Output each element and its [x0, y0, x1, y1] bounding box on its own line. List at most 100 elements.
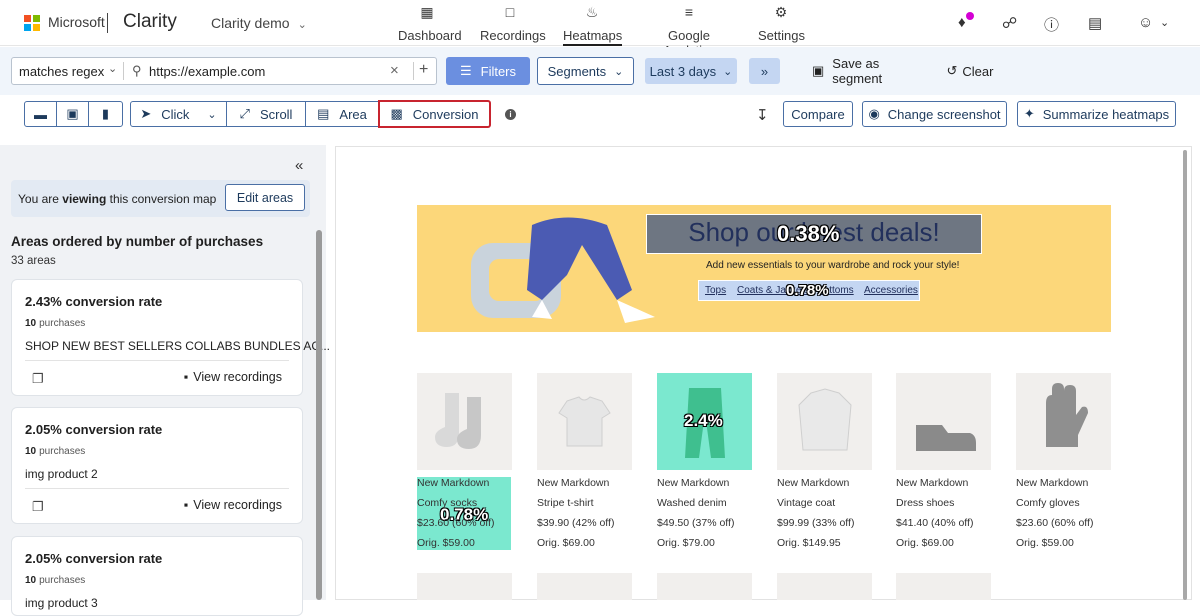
copy-icon[interactable]: ❐ [32, 371, 44, 387]
segments-button[interactable]: Segments ⌄ [537, 57, 634, 85]
account-icon[interactable]: ☺ [1138, 14, 1153, 31]
area-heatmap-button[interactable]: ▤ Area [305, 101, 379, 127]
product-image[interactable] [896, 373, 991, 470]
tab-recordings-label: Recordings [480, 28, 546, 43]
match-type-select[interactable]: matches regex [19, 64, 104, 79]
product-original-price: Orig. $59.00 [417, 537, 475, 549]
document-icon[interactable]: ▤ [1088, 14, 1102, 32]
product-image[interactable] [417, 373, 512, 470]
bell-icon[interactable]: ♦ [958, 14, 966, 31]
product-name[interactable]: Washed denim [657, 493, 734, 513]
click-heatmap-button[interactable]: ➤ Click ⌄ [130, 101, 227, 127]
product-name[interactable]: Dress shoes [896, 493, 973, 513]
product-image[interactable] [657, 573, 752, 600]
conversion-rate: 2.43% conversion rate [25, 294, 163, 309]
project-selector[interactable]: Clarity demo ⌄ [211, 15, 307, 31]
sidebar-scrollbar[interactable] [316, 230, 322, 600]
scroll-label: Scroll [259, 106, 293, 122]
url-filter-group: matches regex ⌄ ⚲ https://example.com × … [11, 57, 437, 85]
flame-icon: ♨ [585, 4, 599, 20]
product-name[interactable]: Stripe t-shirt [537, 493, 614, 513]
tab-settings[interactable]: ⚙ Settings [758, 5, 805, 43]
chevron-down-icon: ⌄ [297, 19, 307, 31]
banner-link-tops[interactable]: Tops [705, 285, 726, 296]
edit-areas-button[interactable]: Edit areas [225, 184, 305, 211]
product-image[interactable] [896, 573, 991, 600]
compare-button[interactable]: Compare [783, 101, 853, 127]
view-recordings-link[interactable]: ▪ View recordings [184, 498, 282, 512]
date-range-label: Last 3 days [649, 63, 717, 79]
chevron-down-icon: ⌄ [207, 108, 217, 121]
video-icon: □ [505, 4, 515, 20]
analytics-icon: ≡ [684, 4, 694, 20]
scroll-heatmap-button[interactable]: ⤢ Scroll [226, 101, 306, 127]
help-icon[interactable]: ⓘ [1044, 14, 1059, 35]
area-card[interactable]: 2.43% conversion rate 10 purchases SHOP N… [11, 279, 330, 396]
area-label: Area [339, 106, 367, 122]
divider [123, 62, 124, 80]
collapse-panel-icon[interactable]: « [295, 157, 303, 174]
preview-scrollbar[interactable] [1183, 150, 1187, 600]
tab-dashboard[interactable]: ▦ Dashboard [398, 4, 462, 43]
divider [413, 62, 414, 80]
filters-button[interactable]: ☰ Filters [446, 57, 530, 85]
area-card[interactable]: 2.05% conversion rate 10 purchases img pr… [11, 536, 303, 616]
product-name[interactable]: Vintage coat [777, 493, 854, 513]
conversion-heatmap-button[interactable]: ▩ Conversion [378, 100, 491, 128]
desktop-icon: ▬ [34, 106, 47, 122]
clear-label: Clear [962, 63, 994, 79]
product-image[interactable]: 2.4% [657, 373, 752, 470]
video-icon: ▪ [183, 370, 189, 384]
summarize-label: Summarize heatmaps [1042, 106, 1170, 122]
area-card[interactable]: 2.05% conversion rate 10 purchases img pr… [11, 407, 303, 524]
clear-button[interactable]: ↺ Clear [944, 58, 996, 84]
product-image[interactable] [417, 573, 512, 600]
heatmap-toolbar: ▬ ▣ ▮ ➤ Click ⌄ ⤢ Scroll ▤ Area ▩ Conversion … [10, 95, 1188, 135]
segments-label: Segments [547, 63, 607, 79]
socks-icon [435, 393, 481, 449]
date-range-button[interactable]: Last 3 days ⌄ [645, 58, 737, 84]
areas-title: Areas ordered by number of purchases [11, 234, 264, 249]
product-image[interactable] [537, 573, 632, 600]
change-screenshot-button[interactable]: ◉ Change screenshot [862, 101, 1007, 127]
expand-toolbar-button[interactable]: » [749, 58, 780, 84]
account-chevron-icon[interactable]: ⌄ [1160, 16, 1169, 29]
product-price: $23.60 (60% off) [417, 517, 495, 529]
tablet-view-button[interactable]: ▣ [56, 101, 89, 127]
share-icon[interactable]: ☍ [1002, 14, 1017, 32]
add-filter-icon[interactable]: + [419, 61, 428, 79]
product-name[interactable]: Comfy socks [417, 493, 494, 513]
top-nav: Microsoft Clarity Clarity demo ⌄ ▦ Dashbo… [0, 0, 1200, 58]
dashboard-icon: ▦ [420, 4, 434, 20]
microsoft-logo-icon [24, 15, 40, 31]
conversion-rate: 2.05% conversion rate [25, 551, 163, 566]
purchases-count: 10 purchases [25, 318, 86, 329]
product-image[interactable] [777, 573, 872, 600]
match-type-chevron-icon[interactable]: ⌄ [108, 62, 117, 75]
product-image[interactable] [1016, 373, 1111, 470]
clear-input-icon[interactable]: × [390, 62, 399, 79]
tab-heatmaps[interactable]: ♨ Heatmaps [563, 4, 623, 46]
mobile-view-button[interactable]: ▮ [88, 101, 123, 127]
product-tag: New Markdown [896, 477, 969, 489]
save-segment-button[interactable]: ▣ Save as segment [812, 56, 930, 86]
product-card-text: New Markdown Stripe t-shirt $39.90 (42% … [537, 473, 614, 553]
cursor-icon: ➤ [140, 106, 152, 121]
summarize-heatmaps-button[interactable]: ✦ Summarize heatmaps [1017, 101, 1176, 127]
banner-link-accessories[interactable]: Accessories [864, 285, 918, 296]
save-icon: ▣ [812, 63, 825, 78]
copy-icon[interactable]: ❐ [32, 499, 44, 515]
info-icon[interactable]: i [505, 109, 516, 120]
product-name[interactable]: Comfy gloves [1016, 493, 1093, 513]
desktop-view-button[interactable]: ▬ [24, 101, 57, 127]
product-image[interactable] [537, 373, 632, 470]
url-input[interactable]: https://example.com [149, 64, 265, 79]
product-card-text: New Markdown Dress shoes $41.40 (40% off… [896, 473, 973, 553]
product-image[interactable] [777, 373, 872, 470]
view-recordings-link[interactable]: ▪ View recordings [184, 370, 282, 384]
download-icon[interactable]: ↧ [756, 106, 769, 124]
tab-recordings[interactable]: □ Recordings [480, 4, 546, 43]
area-name: SHOP NEW BEST SELLERS COLLABS BUNDLES AC… [25, 339, 330, 353]
product-name[interactable]: Clarity [123, 11, 177, 33]
scroll-icon: ⤢ [239, 106, 250, 121]
